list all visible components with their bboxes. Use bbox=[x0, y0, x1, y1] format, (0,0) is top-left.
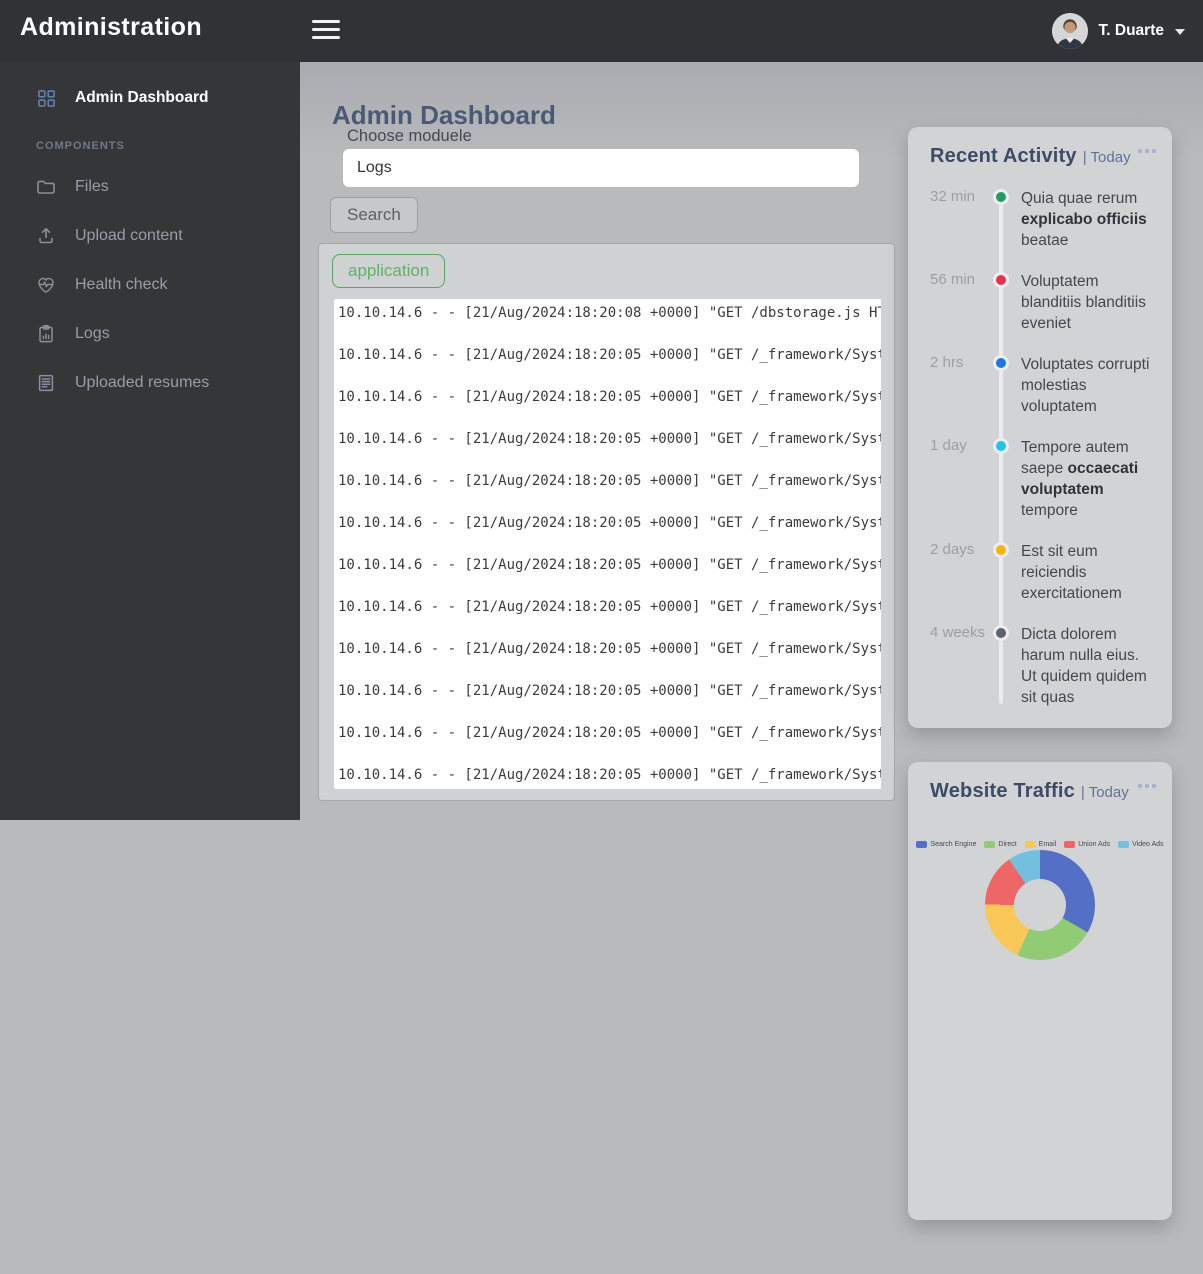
timeline-dot bbox=[993, 625, 1009, 641]
folder-icon bbox=[36, 177, 56, 197]
logs-icon bbox=[36, 324, 56, 344]
sidebar-item-label: Upload content bbox=[75, 226, 183, 244]
traffic-donut-chart bbox=[985, 850, 1095, 960]
legend-item-video-ads[interactable]: Video Ads bbox=[1118, 841, 1164, 848]
timeline-text: Tempore autem saepe occaecati voluptatem… bbox=[1021, 439, 1139, 519]
card-period: | Today bbox=[1082, 149, 1131, 166]
timeline-text: Dicta dolorem harum nulla eius. Ut quide… bbox=[1021, 626, 1147, 706]
activity-timeline: 32 min Quia quae rerum explicabo officiis… bbox=[908, 188, 1172, 708]
sidebar-item-upload-content[interactable]: Upload content bbox=[0, 211, 300, 260]
timeline-item: 2 hrs Voluptates corrupti molestias volup… bbox=[908, 354, 1172, 417]
sidebar-item-uploaded-resumes[interactable]: Uploaded resumes bbox=[0, 358, 300, 407]
card-title: Recent Activity bbox=[930, 145, 1077, 167]
sidebar-section-label: COMPONENTS bbox=[36, 140, 125, 152]
log-output: 10.10.14.6 - - [21/Aug/2024:18:20:08 +00… bbox=[338, 305, 881, 783]
legend-label: Direct bbox=[998, 841, 1017, 848]
legend-item-direct[interactable]: Direct bbox=[984, 841, 1017, 848]
legend-swatch bbox=[1118, 841, 1130, 848]
legend-item-email[interactable]: Email bbox=[1024, 841, 1057, 848]
sidebar-item-label: Files bbox=[75, 177, 109, 195]
timeline-time: 56 min bbox=[930, 271, 976, 288]
grid-icon bbox=[36, 88, 56, 108]
user-name: T. Duarte bbox=[1098, 22, 1164, 39]
log-viewer[interactable]: 10.10.14.6 - - [21/Aug/2024:18:20:08 +00… bbox=[334, 299, 881, 789]
timeline-dot bbox=[993, 272, 1009, 288]
health-icon bbox=[36, 275, 56, 295]
top-navbar: Administration T. Duarte bbox=[0, 0, 1203, 62]
timeline-text: Quia quae rerum explicabo officiis beata… bbox=[1021, 190, 1147, 249]
sidebar-item-label: Uploaded resumes bbox=[75, 373, 210, 391]
chevron-down-icon bbox=[1175, 29, 1185, 35]
legend-swatch bbox=[1064, 841, 1076, 848]
sidebar: Admin Dashboard COMPONENTS Files Upload c… bbox=[0, 62, 300, 820]
timeline-dot bbox=[993, 355, 1009, 371]
sidebar-item-logs[interactable]: Logs bbox=[0, 309, 300, 358]
chart-legend: Search Engine Direct Email Union Ads Video A… bbox=[908, 841, 1172, 848]
sidebar-item-admin-dashboard[interactable]: Admin Dashboard bbox=[0, 62, 300, 108]
legend-label: Email bbox=[1038, 841, 1057, 848]
legend-swatch bbox=[984, 841, 996, 848]
sidebar-item-health-check[interactable]: Health check bbox=[0, 260, 300, 309]
timeline-text: Voluptatem blanditiis blanditiis eveniet bbox=[1021, 273, 1146, 332]
recent-activity-card: Recent Activity | Today 32 min Quia quae … bbox=[908, 127, 1172, 728]
page-title: Admin Dashboard bbox=[332, 99, 556, 130]
timeline-dot bbox=[993, 438, 1009, 454]
sidebar-item-files[interactable]: Files bbox=[0, 162, 300, 211]
sidebar-item-label: Logs bbox=[75, 324, 110, 342]
module-input[interactable] bbox=[343, 149, 859, 187]
search-button[interactable]: Search bbox=[330, 197, 418, 233]
timeline-time: 4 weeks bbox=[930, 624, 986, 641]
app-title: Administration bbox=[20, 13, 202, 41]
timeline-item: 2 days Est sit eum reiciendis exercitatio… bbox=[908, 541, 1172, 604]
card-period: | Today bbox=[1080, 784, 1129, 801]
timeline-item: 4 weeks Dicta dolorem harum nulla eius. U… bbox=[908, 624, 1172, 708]
timeline-dot bbox=[993, 189, 1009, 205]
card-title: Website Traffic bbox=[930, 780, 1075, 802]
module-label: Choose moduele bbox=[347, 127, 472, 145]
legend-swatch bbox=[1024, 841, 1036, 848]
timeline-item: 56 min Voluptatem blanditiis blanditiis e… bbox=[908, 271, 1172, 334]
avatar bbox=[1051, 13, 1088, 49]
timeline-item: 1 day Tempore autem saepe occaecati volup… bbox=[908, 437, 1172, 521]
resumes-icon bbox=[36, 373, 56, 393]
legend-swatch bbox=[916, 841, 928, 848]
ellipsis-icon[interactable] bbox=[1138, 145, 1156, 153]
timeline-dot bbox=[993, 542, 1009, 558]
timeline-item: 32 min Quia quae rerum explicabo officiis… bbox=[908, 188, 1172, 251]
donut-hole bbox=[1014, 879, 1066, 931]
hamburger-menu-icon[interactable] bbox=[312, 20, 340, 42]
ellipsis-icon[interactable] bbox=[1138, 780, 1156, 788]
timeline-time: 2 days bbox=[930, 541, 975, 558]
admin-app: Administration T. Duarte Admin Dashboard… bbox=[0, 0, 1203, 1274]
legend-item-union-ads[interactable]: Union Ads bbox=[1064, 841, 1110, 848]
timeline-text: Est sit eum reiciendis exercitationem bbox=[1021, 543, 1122, 602]
timeline-time: 1 day bbox=[930, 437, 967, 454]
legend-label: Union Ads bbox=[1078, 841, 1111, 848]
timeline-text: Voluptates corrupti molestias voluptatem bbox=[1021, 356, 1150, 415]
website-traffic-card: Website Traffic | Today Search Engine Dir… bbox=[908, 762, 1172, 1220]
sidebar-items: Files Upload content Health check Logs Uploa… bbox=[0, 162, 300, 407]
sidebar-item-label: Admin Dashboard bbox=[75, 89, 209, 106]
timeline-time: 2 hrs bbox=[930, 354, 964, 371]
log-panel: application 10.10.14.6 - - [21/Aug/2024:… bbox=[318, 243, 895, 801]
timeline-time: 32 min bbox=[930, 188, 976, 205]
application-tab[interactable]: application bbox=[332, 254, 446, 288]
user-menu[interactable]: T. Duarte bbox=[1051, 0, 1185, 62]
upload-icon bbox=[36, 226, 56, 246]
legend-item-search-engine[interactable]: Search Engine bbox=[916, 841, 976, 848]
legend-label: Video Ads bbox=[1132, 841, 1164, 848]
sidebar-item-label: Health check bbox=[75, 275, 168, 293]
legend-label: Search Engine bbox=[930, 841, 977, 848]
